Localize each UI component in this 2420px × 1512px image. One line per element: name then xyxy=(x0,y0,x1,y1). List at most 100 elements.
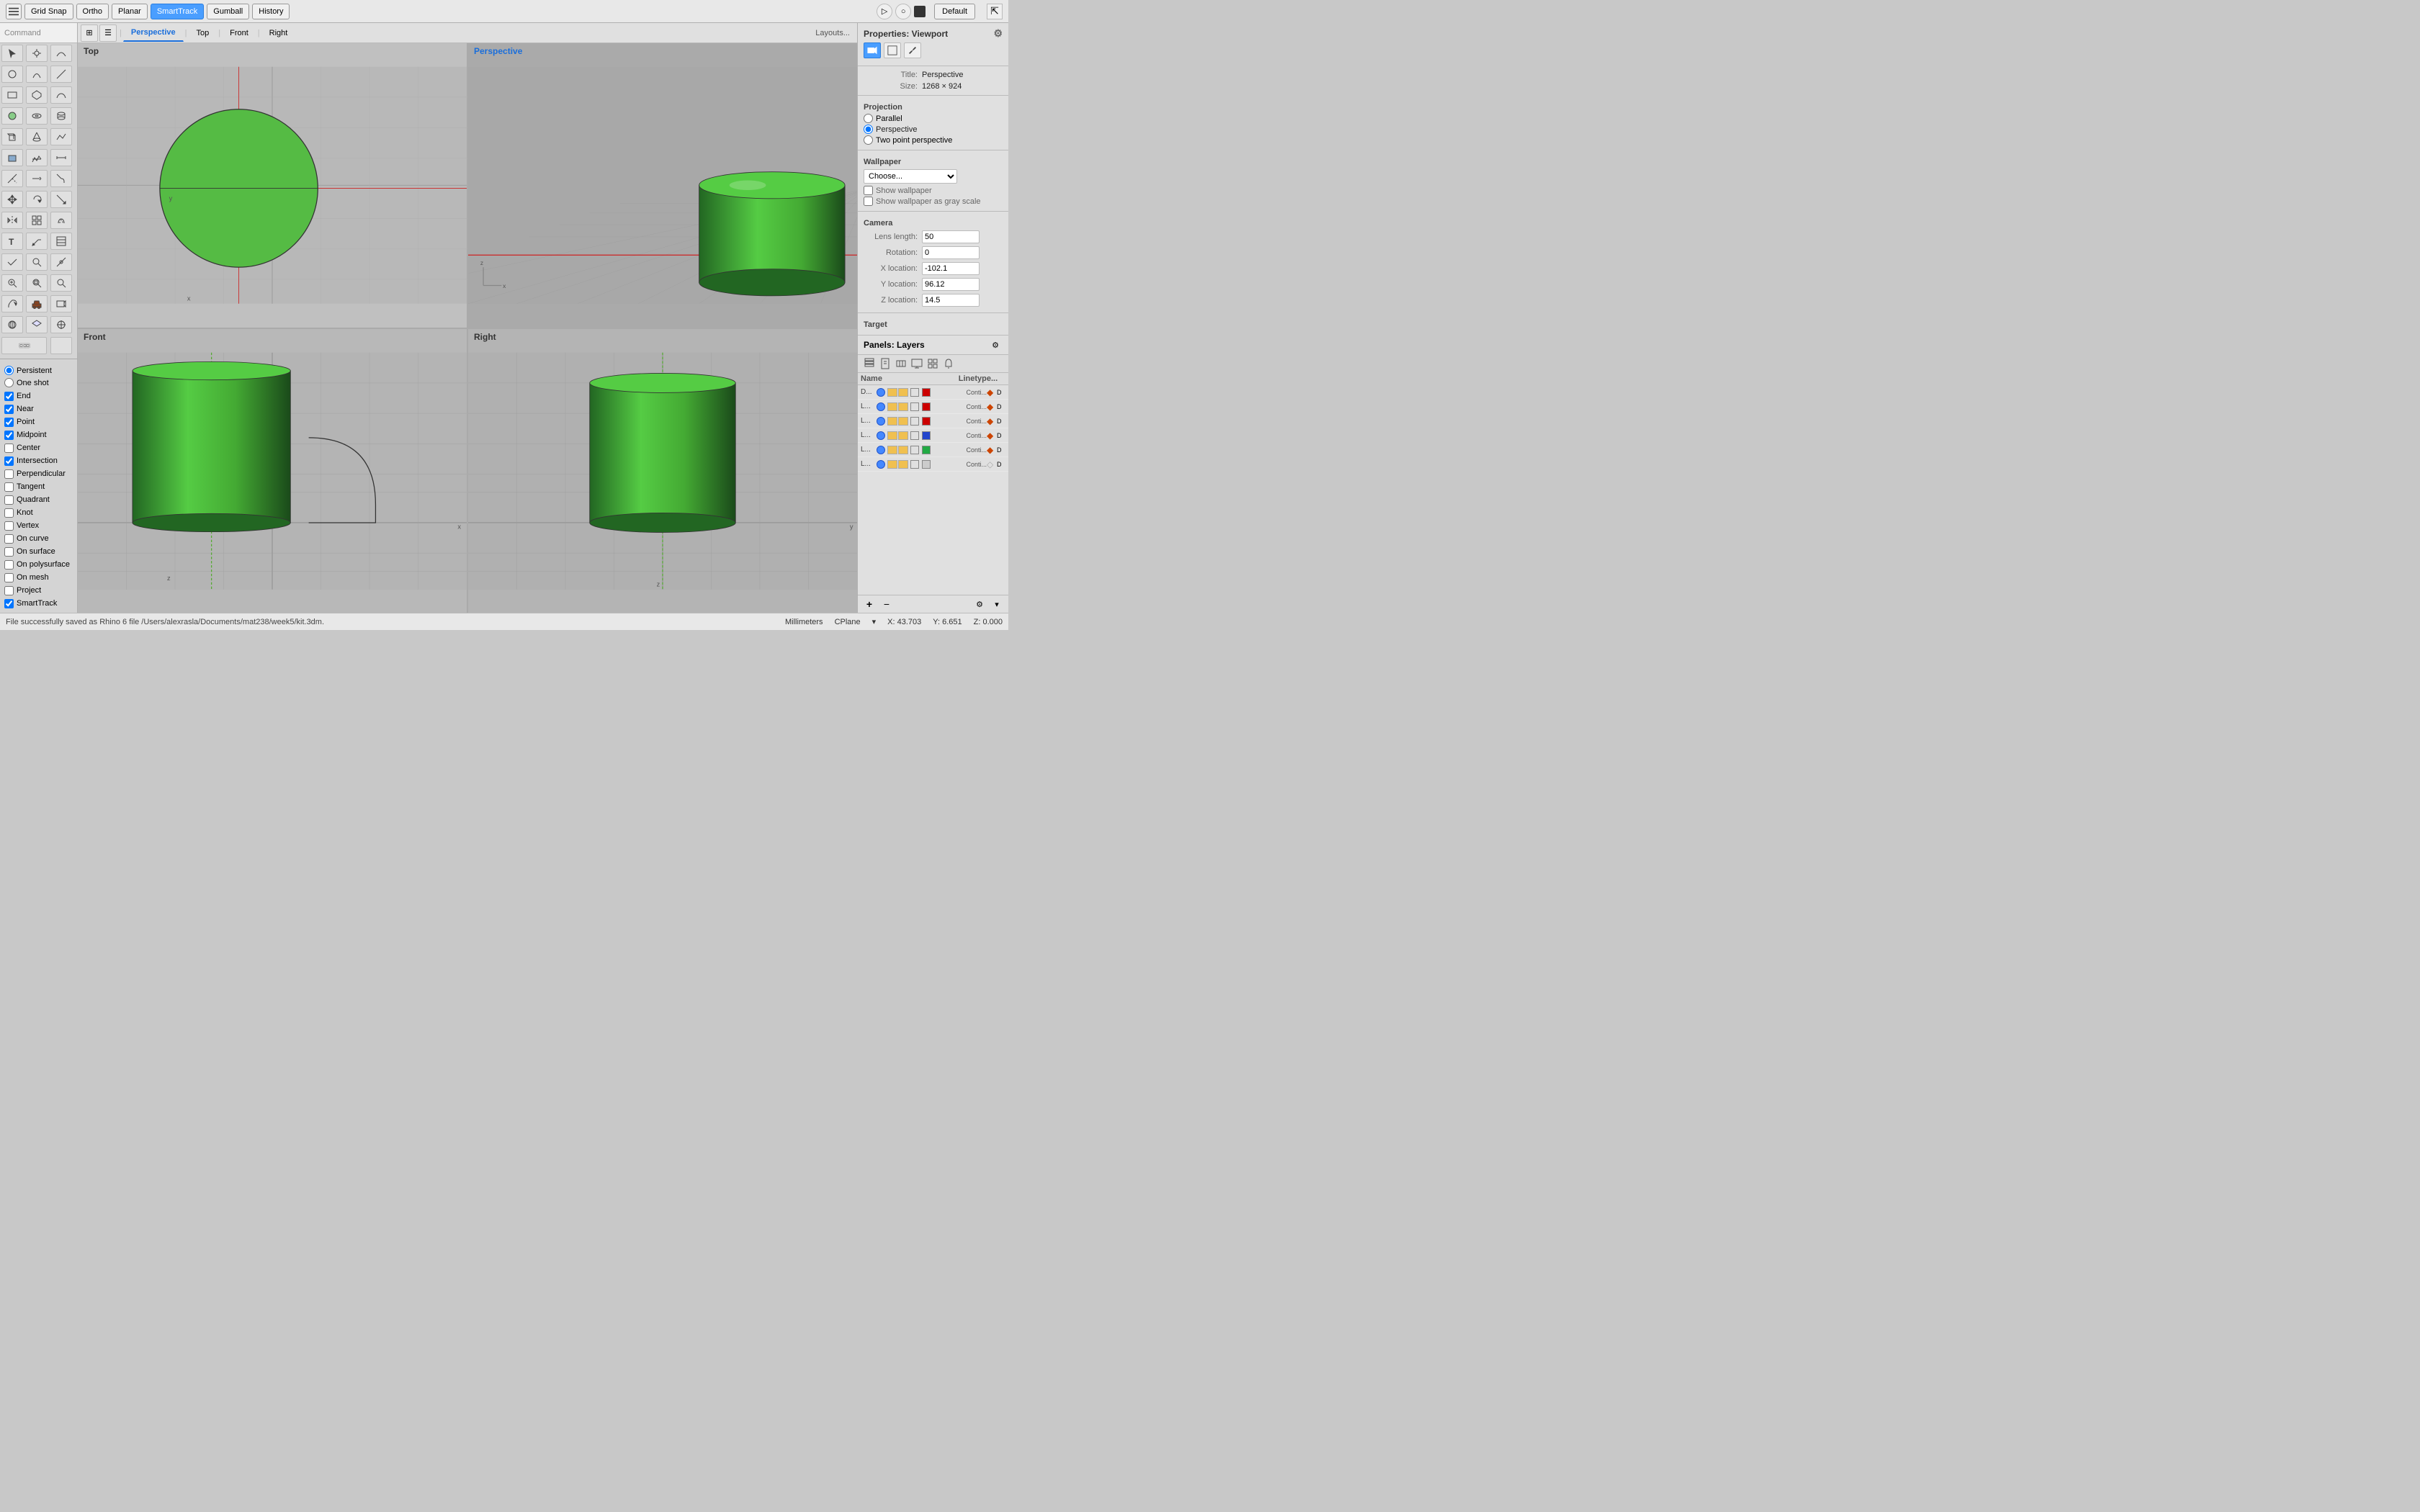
tab-perspective[interactable]: Perspective xyxy=(123,24,184,42)
layer-status-dot[interactable] xyxy=(877,460,885,469)
layers-gear-icon[interactable]: ⚙ xyxy=(988,338,1003,351)
perspective-radio[interactable] xyxy=(864,125,873,134)
layer-lock-icon[interactable] xyxy=(887,431,897,440)
layer-color-circle[interactable] xyxy=(910,417,919,426)
scale-tool[interactable] xyxy=(50,191,72,208)
layer-lock-icon[interactable] xyxy=(887,402,897,411)
ortho-button[interactable]: Ortho xyxy=(76,4,109,19)
show-wallpaper-gray-option[interactable]: Show wallpaper as gray scale xyxy=(864,196,1003,207)
snap-intersection[interactable]: Intersection xyxy=(3,454,74,467)
layers-remove-button[interactable]: − xyxy=(879,598,894,611)
record-button[interactable] xyxy=(914,6,926,17)
snap-perpendicular-checkbox[interactable] xyxy=(4,469,14,479)
x-location-input[interactable]: -102.1 xyxy=(922,262,980,275)
snap-knot[interactable]: Knot xyxy=(3,506,74,519)
camera-viewport-icon[interactable] xyxy=(864,42,881,58)
snap-near[interactable]: Near xyxy=(3,402,74,415)
layers-grid-icon[interactable] xyxy=(926,357,940,370)
snap-perpendicular[interactable]: Perpendicular xyxy=(3,467,74,480)
grid-snap-button[interactable]: Grid Snap xyxy=(24,4,73,19)
osnap-tool[interactable] xyxy=(50,316,72,333)
polygon-tool[interactable] xyxy=(26,86,48,104)
layer-row[interactable]: L... Conti... ◇ D xyxy=(858,457,1008,472)
snap-midpoint[interactable]: Midpoint xyxy=(3,428,74,441)
cone-tool[interactable] xyxy=(26,128,48,145)
layer-row[interactable]: L... Conti... ◆ D xyxy=(858,443,1008,457)
viewport-tab-grid-icon[interactable]: ⊞ xyxy=(81,24,98,42)
wallpaper-select[interactable]: Choose... xyxy=(864,169,957,184)
layer-status-dot[interactable] xyxy=(877,417,885,426)
layer-color-circle[interactable] xyxy=(910,431,919,440)
dim-tool[interactable] xyxy=(50,149,72,166)
stop-button[interactable]: ○ xyxy=(895,4,911,19)
snap-tangent[interactable]: Tangent xyxy=(3,480,74,493)
snap-knot-checkbox[interactable] xyxy=(4,508,14,518)
show-wallpaper-checkbox[interactable] xyxy=(864,186,873,195)
circle-tool[interactable] xyxy=(1,66,23,83)
misc-tool[interactable] xyxy=(50,337,72,354)
find-tool[interactable] xyxy=(26,253,48,271)
layer-status-dot[interactable] xyxy=(877,388,885,397)
layer-color-swatch[interactable] xyxy=(922,460,931,469)
extend-tool[interactable] xyxy=(26,170,48,187)
snap-smarttrack[interactable]: SmartTrack xyxy=(3,597,74,610)
fillet-tool[interactable] xyxy=(50,170,72,187)
snap-intersection-checkbox[interactable] xyxy=(4,456,14,466)
persistent-option[interactable]: Persistent xyxy=(4,365,52,376)
layer-eye-icon[interactable] xyxy=(898,446,908,454)
car-tool[interactable] xyxy=(26,295,48,312)
snap-center-checkbox[interactable] xyxy=(4,444,14,453)
offset-tool[interactable] xyxy=(50,212,72,229)
tab-right[interactable]: Right xyxy=(261,24,296,42)
snap-project[interactable]: Project xyxy=(3,584,74,597)
mirror-tool[interactable] xyxy=(1,212,23,229)
layer-color-swatch[interactable] xyxy=(922,431,931,440)
layer-color-circle[interactable] xyxy=(910,402,919,411)
layer-lock-icon[interactable] xyxy=(887,460,897,469)
oneshot-option[interactable]: One shot xyxy=(4,377,49,388)
surface-tool[interactable] xyxy=(50,128,72,145)
move-tool[interactable] xyxy=(1,191,23,208)
snap-onsurface-checkbox[interactable] xyxy=(4,547,14,557)
snap-onpolysurface-checkbox[interactable] xyxy=(4,560,14,570)
snap-point-checkbox[interactable] xyxy=(4,418,14,427)
rotate-view-tool[interactable] xyxy=(1,295,23,312)
layers-add-button[interactable]: + xyxy=(862,598,877,611)
y-location-input[interactable]: 96.12 xyxy=(922,278,980,291)
cplane-dropdown[interactable]: ▾ xyxy=(872,617,877,626)
gumball-button[interactable]: Gumball xyxy=(207,4,249,19)
zoom-extents-tool[interactable] xyxy=(1,274,23,292)
parallel-option[interactable]: Parallel xyxy=(864,113,1003,124)
check-tool[interactable] xyxy=(1,253,23,271)
cylinder-tool[interactable] xyxy=(50,107,72,125)
layers-dropdown-button[interactable]: ▾ xyxy=(990,598,1004,611)
viewport-front[interactable]: Front xyxy=(78,329,467,613)
layer-eye-icon[interactable] xyxy=(898,431,908,440)
snap-point[interactable]: Point xyxy=(3,415,74,428)
layer-row[interactable]: L... Conti... ◆ D xyxy=(858,428,1008,443)
layers-settings-button[interactable]: ⚙ xyxy=(972,598,987,611)
point-tool[interactable] xyxy=(26,45,48,62)
layers-monitor-icon[interactable] xyxy=(910,357,924,370)
lens-input[interactable]: 50 xyxy=(922,230,980,243)
layer-lock-icon[interactable] xyxy=(887,417,897,426)
snap-onmesh[interactable]: On mesh xyxy=(3,571,74,584)
parallel-viewport-icon[interactable] xyxy=(884,42,901,58)
layer-color-circle[interactable] xyxy=(910,388,919,397)
text-tool[interactable]: T xyxy=(1,233,23,250)
layer-color-swatch[interactable] xyxy=(922,446,931,454)
layer-lock-icon[interactable] xyxy=(887,446,897,454)
arc-tool[interactable] xyxy=(26,66,48,83)
planar-button[interactable]: Planar xyxy=(112,4,148,19)
z-location-input[interactable]: 14.5 xyxy=(922,294,980,307)
snap-center[interactable]: Center xyxy=(3,441,74,454)
layer-eye-icon[interactable] xyxy=(898,460,908,469)
mesh-tool[interactable] xyxy=(26,149,48,166)
zoom-in-tool[interactable] xyxy=(50,274,72,292)
layer-color-swatch[interactable] xyxy=(922,388,931,397)
cplane-tool[interactable] xyxy=(26,316,48,333)
layer-status-dot[interactable] xyxy=(877,446,885,454)
layer-lock-icon[interactable] xyxy=(887,388,897,397)
perspective-option[interactable]: Perspective xyxy=(864,124,1003,135)
viewport-right[interactable]: Right xyxy=(468,329,857,613)
